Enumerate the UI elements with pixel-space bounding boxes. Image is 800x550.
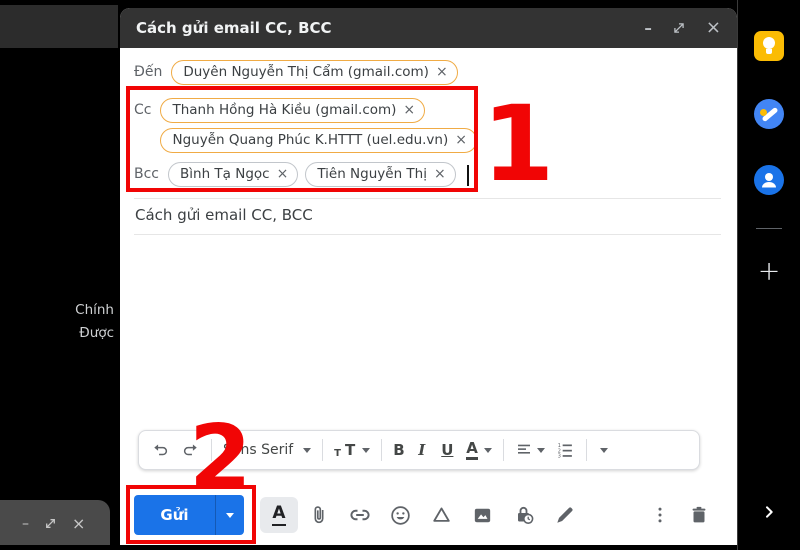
undo-icon: [151, 442, 170, 459]
insert-signature-button[interactable]: [552, 497, 577, 533]
bcc-row[interactable]: Bcc Bình Tạ Ngọc × Tiên Nguyễn Thị ×: [134, 162, 469, 187]
recipient-chip-bcc-2[interactable]: Tiên Nguyễn Thị ×: [305, 162, 455, 187]
contacts-icon[interactable]: [754, 165, 784, 195]
redo-button[interactable]: [181, 442, 200, 459]
recipient-chip-bcc-1[interactable]: Bình Tạ Ngọc ×: [168, 162, 298, 187]
minimize-icon[interactable]: –: [644, 21, 652, 36]
bulb-base-shape: [766, 49, 772, 54]
confidential-mode-button[interactable]: [511, 497, 536, 533]
subject-field[interactable]: Cách gửi email CC, BCC: [135, 206, 313, 224]
discard-draft-button[interactable]: [686, 497, 711, 533]
dot-shape: [760, 109, 767, 116]
send-options-button[interactable]: [216, 513, 244, 518]
insert-emoji-button[interactable]: [388, 497, 413, 533]
chip-remove-icon[interactable]: ×: [277, 167, 289, 181]
message-body[interactable]: [134, 240, 721, 425]
redo-icon: [181, 442, 200, 459]
divider: [134, 198, 721, 199]
undo-button[interactable]: [151, 442, 170, 459]
compose-right-actions: [647, 497, 711, 533]
collapse-panel-button[interactable]: [761, 502, 777, 526]
screen: Chính Được – × Cách gửi email CC, BCC – …: [0, 0, 800, 550]
image-icon: [471, 504, 494, 527]
compose-titlebar[interactable]: Cách gửi email CC, BCC – ×: [120, 8, 737, 48]
chevron-down-icon: [303, 448, 311, 453]
keep-icon[interactable]: [754, 31, 784, 61]
recipient-chip-cc-2[interactable]: Nguyễn Quang Phúc K.HTTT (uel.edu.vn) ×: [160, 128, 477, 153]
cc-row[interactable]: Cc Thanh Hồng Hà Kiều (gmail.com) × Nguy…: [134, 98, 477, 153]
to-row[interactable]: Đến Duyên Nguyễn Thị Cẩm (gmail.com) ×: [134, 60, 458, 85]
add-addon-button[interactable]: +: [758, 258, 781, 285]
chevron-down-icon: [537, 448, 545, 453]
chevron-down-icon: [484, 448, 492, 453]
text-color-button[interactable]: A: [466, 440, 492, 460]
formatting-options-toggle[interactable]: A: [260, 497, 298, 533]
bcc-label: Bcc: [134, 162, 159, 182]
recipient-chip-to[interactable]: Duyên Nguyễn Thị Cẩm (gmail.com) ×: [171, 60, 457, 85]
more-options-button[interactable]: [647, 497, 672, 533]
compose-actions: [306, 497, 577, 533]
numbered-list-icon: 123: [556, 442, 575, 459]
close-icon[interactable]: ×: [72, 516, 85, 532]
toolbar-separator: [381, 439, 382, 461]
chip-remove-icon[interactable]: ×: [436, 65, 448, 79]
text-cursor: [467, 165, 469, 186]
send-button[interactable]: Gửi: [134, 495, 244, 535]
tasks-icon[interactable]: [754, 99, 784, 129]
numbered-list-button[interactable]: 123: [556, 442, 575, 459]
paperclip-icon: [308, 503, 330, 527]
lock-clock-icon: [512, 503, 536, 527]
chevron-down-icon: [600, 448, 608, 453]
font-family-selector[interactable]: Sans Serif: [223, 442, 311, 458]
expand-icon[interactable]: [44, 517, 57, 530]
emoji-icon: [389, 504, 412, 527]
insert-link-button[interactable]: [347, 497, 372, 533]
compose-title: Cách gửi email CC, BCC: [136, 19, 332, 37]
formatting-toolbar: Sans Serif T T B I U A 123: [138, 430, 700, 470]
font-size-selector[interactable]: T T: [334, 441, 370, 459]
chip-remove-icon[interactable]: ×: [455, 133, 467, 147]
cc-label: Cc: [134, 98, 151, 118]
toolbar-separator: [322, 439, 323, 461]
minimize-icon[interactable]: –: [22, 517, 29, 531]
pen-icon: [553, 504, 576, 527]
insert-photo-button[interactable]: [470, 497, 495, 533]
toolbar-separator: [503, 439, 504, 461]
recipient-chip-cc-1[interactable]: Thanh Hồng Hà Kiều (gmail.com) ×: [160, 98, 425, 123]
background-text-1: Chính: [0, 302, 114, 318]
three-dots-icon: [650, 504, 670, 526]
align-left-icon: [515, 442, 533, 458]
underline-button[interactable]: U: [441, 441, 455, 459]
attach-file-button[interactable]: [306, 497, 331, 533]
italic-button[interactable]: I: [418, 441, 430, 459]
chevron-down-icon: [226, 513, 234, 518]
dimmed-header: [0, 5, 118, 48]
to-label: Đến: [134, 60, 162, 80]
divider: [134, 234, 721, 235]
chevron-right-icon: [761, 502, 777, 522]
chevron-down-icon: [362, 448, 370, 453]
bold-button[interactable]: B: [393, 441, 407, 459]
drive-icon: [430, 504, 453, 527]
insert-drive-button[interactable]: [429, 497, 454, 533]
toolbar-separator: [586, 439, 587, 461]
chip-remove-icon[interactable]: ×: [403, 103, 415, 117]
align-button[interactable]: [515, 442, 545, 458]
bulb-shape: [763, 37, 775, 49]
svg-text:3: 3: [558, 453, 561, 458]
more-formatting-button[interactable]: [600, 448, 608, 453]
link-icon: [348, 503, 372, 527]
compose-window: Cách gửi email CC, BCC – × Đến Duyên Ngu…: [120, 8, 737, 545]
minimized-compose-window[interactable]: – ×: [0, 500, 110, 545]
fullscreen-icon[interactable]: [672, 21, 686, 35]
side-panel-divider: [756, 228, 782, 229]
background-text-2: Được: [0, 325, 114, 341]
gmail-side-panel: +: [737, 0, 800, 550]
person-icon: [754, 165, 784, 195]
toolbar-separator: [211, 439, 212, 461]
chip-remove-icon[interactable]: ×: [434, 167, 446, 181]
close-icon[interactable]: ×: [706, 19, 721, 37]
trash-icon: [688, 503, 710, 527]
